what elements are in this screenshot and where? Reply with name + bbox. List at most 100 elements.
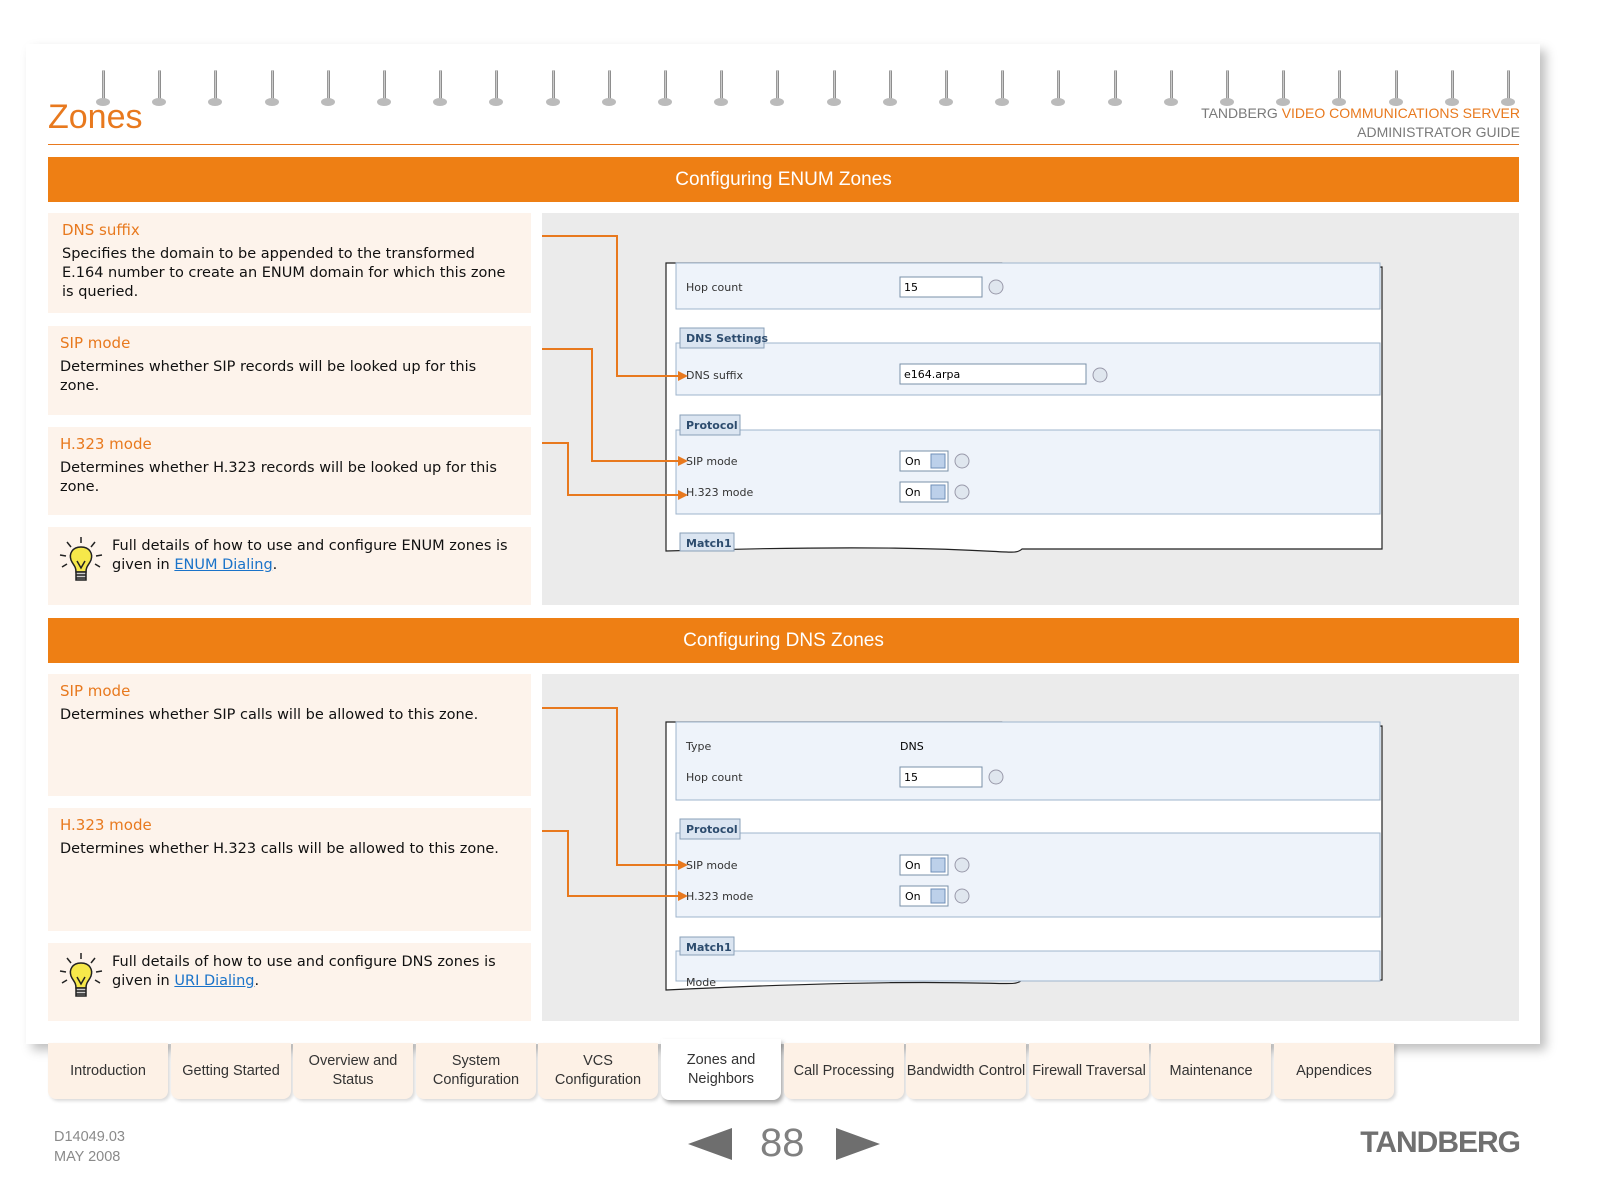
enum-dns-group-title: DNS Settings xyxy=(686,332,768,345)
tab-bandwidth-control[interactable]: Bandwidth Control xyxy=(906,1043,1026,1099)
brand-header: TANDBERG VIDEO COMMUNICATIONS SERVER ADM… xyxy=(1201,104,1520,142)
binding-ring xyxy=(826,70,841,110)
dns-sip-mode-box: SIP mode Determines whether SIP calls wi… xyxy=(48,674,531,796)
enum-screenshot-panel: Hop count 15 DNS Settings DNS suffix e16… xyxy=(542,213,1519,605)
enum-dns-suffix-heading: DNS suffix xyxy=(62,221,140,239)
dns-sip-mode-heading: SIP mode xyxy=(60,682,131,700)
chevron-down-icon[interactable] xyxy=(930,484,946,500)
enum-banner: Configuring ENUM Zones xyxy=(48,157,1519,202)
dns-screenshot: Type DNS Hop count 15 Protocol SIP mode … xyxy=(542,707,1383,991)
enum-dns-suffix-box: DNS suffix Specifies the domain to be ap… xyxy=(48,213,531,313)
chevron-down-icon[interactable] xyxy=(930,888,946,904)
enum-hop-label: Hop count xyxy=(686,281,743,294)
enum-hop-value: 15 xyxy=(904,281,918,294)
page-number: 88 xyxy=(760,1121,805,1165)
enum-h323-info-icon[interactable] xyxy=(954,484,970,500)
enum-dialing-link[interactable]: ENUM Dialing xyxy=(174,557,272,573)
dns-banner: Configuring DNS Zones xyxy=(48,618,1519,663)
binding-ring xyxy=(264,70,279,110)
dns-sip-value: On xyxy=(905,859,921,872)
lightbulb-icon xyxy=(59,537,103,581)
dns-hop-info-icon[interactable] xyxy=(988,769,1004,785)
enum-h323-mode-box: H.323 mode Determines whether H.323 reco… xyxy=(48,427,531,515)
dns-mode-label: Mode xyxy=(686,976,716,989)
dns-h323-mode-box: H.323 mode Determines whether H.323 call… xyxy=(48,808,531,931)
enum-hop-info-icon[interactable] xyxy=(988,279,1004,295)
lightbulb-icon xyxy=(59,953,103,997)
binding-ring xyxy=(377,70,391,110)
chevron-down-icon[interactable] xyxy=(930,453,946,469)
enum-sip-value: On xyxy=(905,455,921,468)
brand-prefix: TANDBERG xyxy=(1201,105,1278,121)
binding-ring xyxy=(320,70,335,110)
binding-ring xyxy=(714,70,729,110)
dns-h323-label: H.323 mode xyxy=(686,890,753,903)
enum-tip-body: Full details of how to use and configure… xyxy=(112,538,508,573)
enum-h323-mode-text: Determines whether H.323 records will be… xyxy=(60,460,497,495)
enum-dns-suffix-text: Specifies the domain to be appended to t… xyxy=(62,246,506,300)
dns-sip-info-icon[interactable] xyxy=(954,857,970,873)
doc-id: D14049.03 xyxy=(54,1129,125,1145)
doc-date: MAY 2008 xyxy=(54,1149,121,1165)
dns-type-value: DNS xyxy=(900,740,924,753)
dns-tip-box: Full details of how to use and configure… xyxy=(48,943,531,1021)
enum-screenshot: Hop count 15 DNS Settings DNS suffix e16… xyxy=(542,235,1383,553)
uri-dialing-link[interactable]: URI Dialing xyxy=(174,973,254,989)
dns-h323-value: On xyxy=(905,890,921,903)
tab-vcs-configuration[interactable]: VCS Configuration xyxy=(538,1043,658,1099)
tab-system-configuration[interactable]: System Configuration xyxy=(416,1043,536,1099)
binding-ring xyxy=(1163,70,1178,110)
enum-protocol-group-title: Protocol xyxy=(686,419,738,432)
tab-maintenance[interactable]: Maintenance xyxy=(1151,1043,1271,1099)
enum-dns-value: e164.arpa xyxy=(904,368,960,381)
dns-match-group-title: Match1 xyxy=(686,941,732,954)
dns-type-label: Type xyxy=(685,740,711,753)
enum-sip-mode-box: SIP mode Determines whether SIP records … xyxy=(48,326,531,415)
enum-sip-info-icon[interactable] xyxy=(954,453,970,469)
binding-ring xyxy=(433,70,448,110)
dns-tip-text: Full details of how to use and configure… xyxy=(112,953,521,991)
dns-hop-label: Hop count xyxy=(686,771,743,784)
enum-dns-info-icon[interactable] xyxy=(1092,367,1108,383)
binding-ring xyxy=(601,70,616,110)
binding-ring xyxy=(152,70,167,110)
enum-match-group-title: Match1 xyxy=(686,537,732,550)
enum-tip-box: Full details of how to use and configure… xyxy=(48,527,531,605)
dns-protocol-group-title: Protocol xyxy=(686,823,738,836)
binding-ring xyxy=(658,70,672,110)
enum-sip-mode-heading: SIP mode xyxy=(60,334,131,352)
tab-overview-and-status[interactable]: Overview and Status xyxy=(293,1043,413,1099)
binding-ring xyxy=(1107,70,1122,110)
enum-h323-value: On xyxy=(905,486,921,499)
header-rule xyxy=(48,144,1519,145)
tab-getting-started[interactable]: Getting Started xyxy=(171,1043,291,1099)
binding-ring xyxy=(995,70,1010,110)
dns-sip-label: SIP mode xyxy=(686,859,738,872)
dns-tip-end: . xyxy=(254,973,260,989)
tab-firewall-traversal[interactable]: Firewall Traversal xyxy=(1029,1043,1149,1099)
tandberg-logo: TANDBERG xyxy=(1360,1126,1521,1159)
previous-page-arrow-icon[interactable] xyxy=(688,1128,732,1160)
enum-dns-label: DNS suffix xyxy=(686,369,744,382)
tab-appendices[interactable]: Appendices xyxy=(1274,1043,1394,1099)
binding-ring xyxy=(545,70,560,110)
dns-hop-value: 15 xyxy=(904,771,918,784)
footer-doc-info: D14049.03 MAY 2008 xyxy=(54,1127,125,1167)
tab-call-processing[interactable]: Call Processing xyxy=(784,1043,904,1099)
dns-h323-info-icon[interactable] xyxy=(954,888,970,904)
dns-sip-mode-text: Determines whether SIP calls will be all… xyxy=(60,707,479,723)
binding-ring xyxy=(1051,70,1066,110)
tab-zones-and-neighbors[interactable]: Zones and Neighbors xyxy=(661,1039,781,1100)
dns-screenshot-panel: Type DNS Hop count 15 Protocol SIP mode … xyxy=(542,674,1519,1021)
brand-accent: VIDEO COMMUNICATIONS SERVER xyxy=(1281,105,1520,121)
binding-ring xyxy=(489,70,504,110)
binding-ring xyxy=(882,70,897,110)
enum-tip-text: Full details of how to use and configure… xyxy=(112,537,521,575)
chevron-down-icon[interactable] xyxy=(930,857,946,873)
page-title: Zones xyxy=(48,98,143,136)
next-page-arrow-icon[interactable] xyxy=(836,1128,880,1160)
tab-introduction[interactable]: Introduction xyxy=(48,1043,168,1099)
binding-ring xyxy=(208,70,223,110)
enum-h323-label: H.323 mode xyxy=(686,486,753,499)
dns-h323-mode-heading: H.323 mode xyxy=(60,816,152,834)
